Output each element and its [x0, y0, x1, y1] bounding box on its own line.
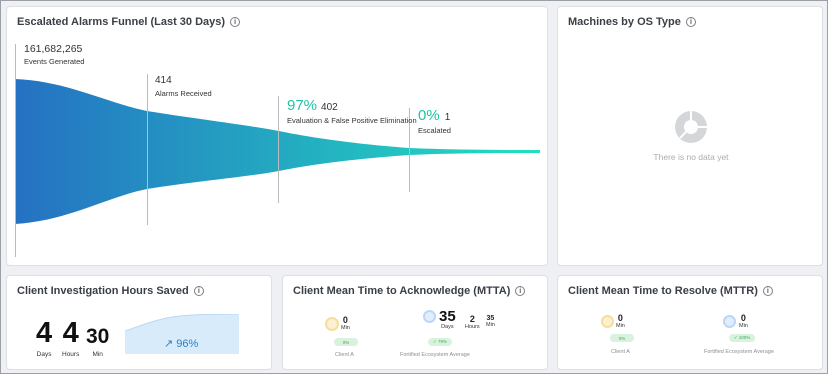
mtta-eco-hours: 2 Hours	[465, 314, 480, 330]
mttr-eco-min-unit: Min	[739, 323, 748, 329]
machines-by-os-card: Machines by OS Type i There is no data y…	[557, 6, 823, 266]
mttr-client-min-value: 0	[617, 313, 623, 323]
funnel-divider-received	[147, 74, 148, 225]
alarms-received-value: 414	[155, 75, 172, 86]
mttr-eco-min-value: 0	[740, 313, 746, 323]
mtta-eco-badge: ✓ 79%	[428, 338, 452, 346]
escalated-alarms-funnel-card: Escalated Alarms Funnel (Last 30 Days) i…	[6, 6, 548, 266]
mtta-eco-label: Fortified Ecosystem Average	[400, 352, 470, 358]
hours-saved-card-title: Client Investigation Hours Saved i	[17, 285, 204, 297]
escalated-percent: 0%	[418, 107, 440, 124]
client-clock-icon	[325, 317, 339, 331]
mttr-card-title: Client Mean Time to Resolve (MTTR) i	[568, 285, 773, 297]
escalated-stat: 0% 1 Escalated	[418, 107, 451, 135]
hours-saved-title-text: Client Investigation Hours Saved	[17, 285, 189, 297]
funnel-divider-evaluation	[278, 96, 279, 203]
mtta-eco-days: 35 Days	[439, 309, 456, 330]
mtta-client-min-unit: Min	[341, 325, 350, 331]
events-generated-stat: 161,682,265 Events Generated	[24, 43, 84, 66]
mttr-card: Client Mean Time to Resolve (MTTR) i 0 M…	[557, 275, 823, 370]
minutes-stat: 30 Min	[86, 326, 109, 358]
mtta-title-text: Client Mean Time to Acknowledge (MTTA)	[293, 285, 511, 297]
mtta-eco-hours-value: 2	[469, 314, 475, 324]
mtta-eco-days-unit: Days	[441, 324, 454, 330]
days-value: 4	[36, 317, 53, 349]
mtta-eco-days-value: 35	[439, 308, 456, 325]
days-unit: Days	[36, 351, 52, 358]
mtta-client-min-value: 0	[342, 315, 348, 325]
minutes-unit: Min	[92, 351, 103, 358]
mttr-title-text: Client Mean Time to Resolve (MTTR)	[568, 285, 758, 297]
ecosystem-clock-icon	[423, 310, 436, 323]
events-generated-label: Events Generated	[24, 57, 85, 66]
mttr-client-min-unit: Min	[616, 323, 625, 329]
alarms-received-label: Alarms Received	[155, 89, 212, 98]
mtta-eco-min: 35 Min	[486, 315, 495, 328]
mtta-eco-hours-unit: Hours	[465, 324, 480, 330]
escalated-value: 1	[444, 112, 451, 123]
hours-saved-card: Client Investigation Hours Saved i 4 Day…	[6, 275, 272, 370]
mtta-client-min: 0 Min	[341, 315, 350, 331]
funnel-divider-events	[15, 44, 16, 257]
info-icon[interactable]: i	[685, 17, 696, 27]
trend-percent: ↗ 96%	[164, 338, 199, 350]
mttr-client-min: 0 Min	[616, 313, 625, 329]
info-icon[interactable]: i	[515, 286, 526, 296]
info-icon[interactable]: i	[193, 286, 204, 296]
days-stat: 4 Days	[36, 317, 53, 359]
evaluation-label: Evaluation & False Positive Elimination	[287, 116, 417, 125]
mtta-client-badge: 0%	[334, 338, 358, 346]
mtta-client-label: Client A	[335, 352, 354, 358]
mttr-client-label: Client A	[611, 349, 630, 355]
mttr-client-badge: 0%	[610, 334, 634, 342]
mtta-eco-min-unit: Min	[486, 322, 495, 328]
ecosystem-clock-icon	[723, 315, 736, 328]
minutes-value: 30	[86, 325, 110, 348]
machines-title-text: Machines by OS Type	[568, 16, 681, 28]
client-clock-icon	[601, 315, 614, 328]
events-generated-value: 161,682,265	[24, 43, 83, 55]
escalated-label: Escalated	[418, 126, 451, 135]
hours-value: 4	[62, 317, 79, 349]
hours-unit: Hours	[62, 351, 80, 358]
hours-stat: 4 Hours	[62, 317, 80, 359]
info-icon[interactable]: i	[762, 286, 773, 296]
machines-card-title: Machines by OS Type i	[568, 16, 696, 28]
mtta-card-title: Client Mean Time to Acknowledge (MTTA) i	[293, 285, 526, 297]
mttr-eco-label: Fortified Ecosystem Average	[704, 349, 774, 355]
empty-pie-icon	[675, 111, 707, 143]
mttr-eco-badge: ✓ 100%	[729, 334, 755, 342]
evaluation-value: 402	[321, 102, 338, 113]
mtta-card: Client Mean Time to Acknowledge (MTTA) i…	[282, 275, 548, 370]
mttr-eco-min: 0 Min	[739, 313, 748, 329]
evaluation-stat: 97% 402 Evaluation & False Positive Elim…	[287, 97, 417, 125]
alarms-received-stat: 414 Alarms Received	[155, 75, 212, 98]
evaluation-percent: 97%	[287, 97, 318, 114]
mtta-eco-min-value: 35	[486, 315, 495, 322]
no-data-text: There is no data yet	[653, 152, 729, 162]
